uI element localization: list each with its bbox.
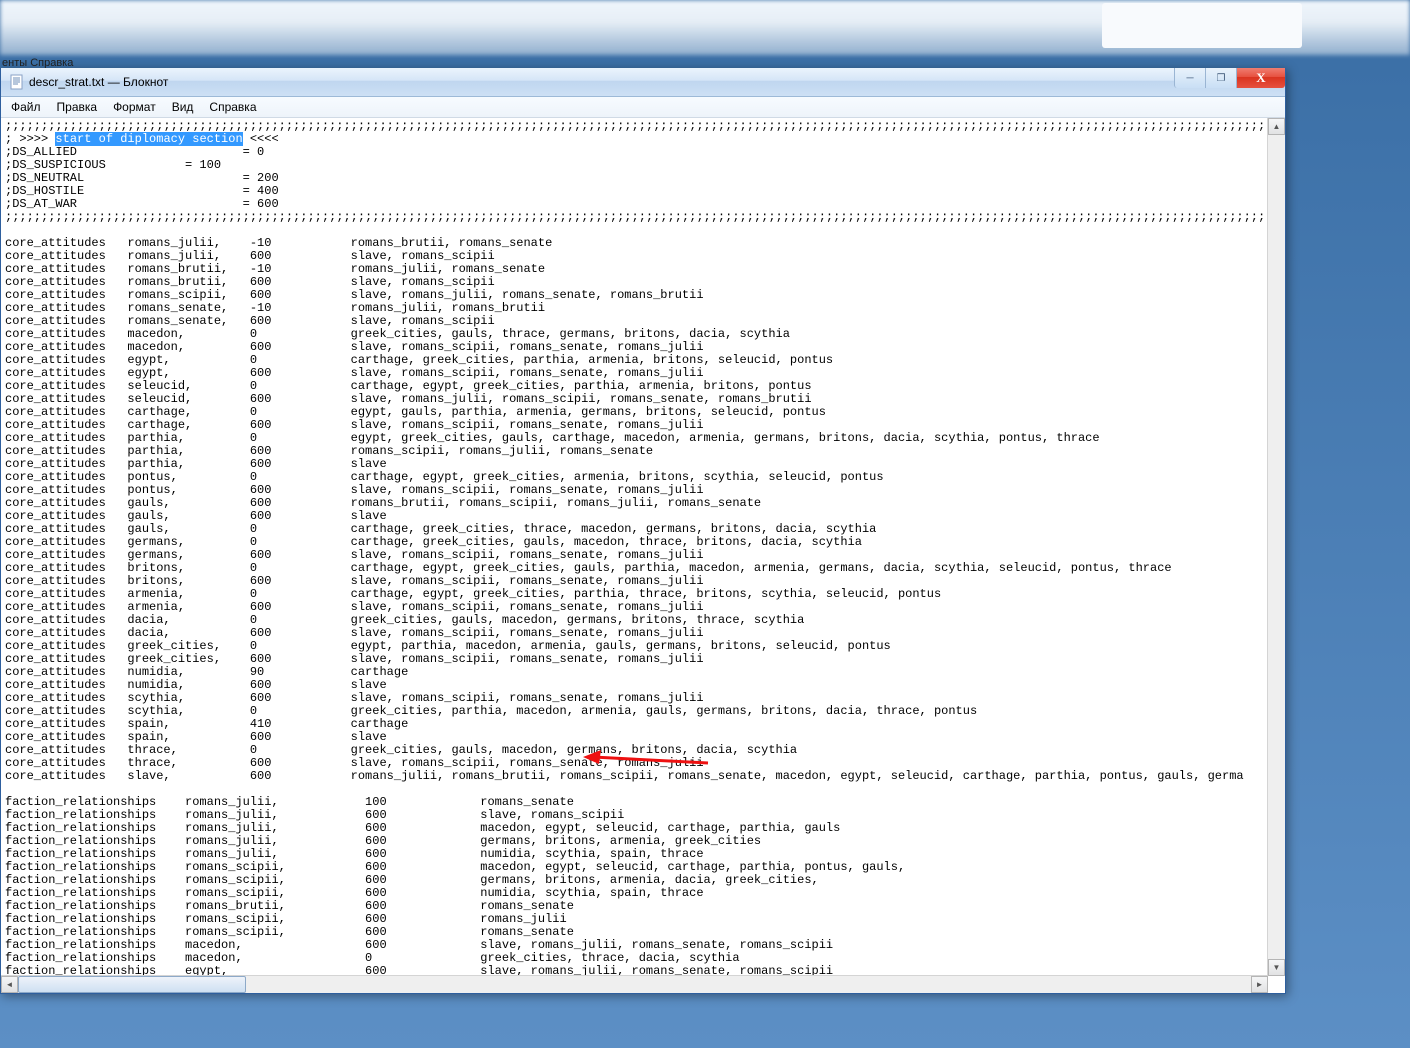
horizontal-scrollbar[interactable]: ◄ ► <box>1 975 1268 993</box>
menu-format[interactable]: Формат <box>105 98 164 116</box>
menu-view[interactable]: Вид <box>164 98 202 116</box>
text-content[interactable]: ;;;;;;;;;;;;;;;;;;;;;;;;;;;;;;;;;;;;;;;;… <box>1 118 1268 976</box>
scroll-down-button[interactable]: ▼ <box>1268 959 1285 976</box>
notepad-icon <box>9 74 25 90</box>
menu-help[interactable]: Справка <box>201 98 264 116</box>
window-title: descr_strat.txt — Блокнот <box>29 75 168 89</box>
menubar: Файл Правка Формат Вид Справка <box>1 97 1285 118</box>
desktop: енты Справка descr_strat.txt — Блокнот ─… <box>0 0 1410 1048</box>
notepad-window: descr_strat.txt — Блокнот ─ ❐ X Файл Пра… <box>0 68 1286 994</box>
scroll-right-button[interactable]: ► <box>1251 976 1268 993</box>
text-editor-area[interactable]: ;;;;;;;;;;;;;;;;;;;;;;;;;;;;;;;;;;;;;;;;… <box>1 118 1285 993</box>
vscroll-track[interactable] <box>1268 135 1285 959</box>
maximize-button[interactable]: ❐ <box>1205 68 1236 88</box>
minimize-button[interactable]: ─ <box>1174 68 1205 88</box>
scroll-up-button[interactable]: ▲ <box>1268 118 1285 135</box>
background-panel <box>1102 3 1302 48</box>
titlebar[interactable]: descr_strat.txt — Блокнот ─ ❐ X <box>1 68 1285 97</box>
menu-file[interactable]: Файл <box>3 98 49 116</box>
hscroll-track[interactable] <box>18 976 1251 993</box>
window-buttons: ─ ❐ X <box>1174 68 1285 88</box>
menu-edit[interactable]: Правка <box>49 98 106 116</box>
scroll-left-button[interactable]: ◄ <box>1 976 18 993</box>
vertical-scrollbar[interactable]: ▲ ▼ <box>1267 118 1285 976</box>
close-button[interactable]: X <box>1236 68 1285 88</box>
hscroll-thumb[interactable] <box>18 976 246 993</box>
